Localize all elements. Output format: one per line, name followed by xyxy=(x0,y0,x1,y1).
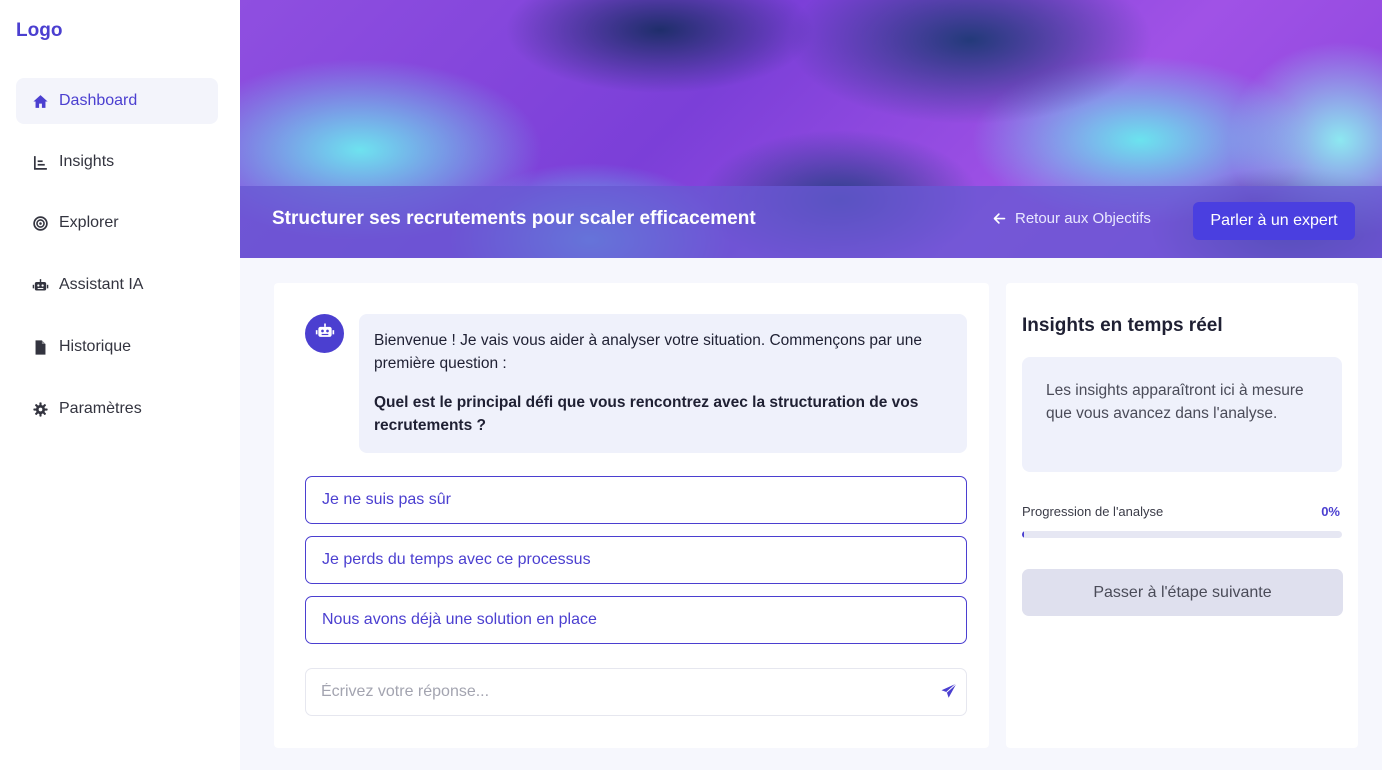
bot-message-text: Bienvenue ! Je vais vous aider à analyse… xyxy=(374,332,922,372)
answer-option[interactable]: Je ne suis pas sûr xyxy=(305,476,967,524)
sidebar-item-explorer[interactable]: Explorer xyxy=(16,200,218,246)
back-to-objectives-link[interactable]: Retour aux Objectifs xyxy=(992,210,1151,227)
sidebar-item-assistant-ia[interactable]: Assistant IA xyxy=(16,262,218,308)
insights-empty-state: Les insights apparaîtront ici à mesure q… xyxy=(1022,357,1342,472)
robot-icon xyxy=(315,321,335,346)
bot-message-bubble: Bienvenue ! Je vais vous aider à analyse… xyxy=(359,314,967,453)
sidebar-item-label: Paramètres xyxy=(59,400,142,417)
answer-input-box xyxy=(305,668,967,716)
sidebar-item-historique[interactable]: Historique xyxy=(16,324,218,370)
answer-input[interactable] xyxy=(306,670,906,714)
sidebar-item-label: Dashboard xyxy=(59,92,138,109)
chat-panel: Bienvenue ! Je vais vous aider à analyse… xyxy=(274,283,989,748)
robot-icon xyxy=(31,276,49,294)
gear-icon xyxy=(31,400,49,418)
talk-to-expert-button[interactable]: Parler à un expert xyxy=(1193,202,1355,240)
send-button[interactable] xyxy=(938,682,960,704)
sidebar-item-label: Insights xyxy=(59,153,115,170)
hero-title-bar: Structurer ses recrutements pour scaler … xyxy=(240,186,1382,258)
page-title: Structurer ses recrutements pour scaler … xyxy=(272,208,756,229)
insights-title: Insights en temps réel xyxy=(1022,315,1223,336)
progress-bar-fill xyxy=(1022,531,1024,538)
arrow-left-icon xyxy=(992,211,1007,226)
sidebar-item-dashboard[interactable]: Dashboard xyxy=(16,78,218,124)
bot-avatar xyxy=(305,314,344,353)
sidebar: Logo Dashboard Insights Explorer Assista… xyxy=(0,0,240,770)
sidebar-item-insights[interactable]: Insights xyxy=(16,139,218,185)
progress-bar xyxy=(1022,531,1342,538)
logo[interactable]: Logo xyxy=(16,20,62,42)
sidebar-item-label: Explorer xyxy=(59,214,119,231)
answer-option[interactable]: Nous avons déjà une solution en place xyxy=(305,596,967,644)
hero-banner: Structurer ses recrutements pour scaler … xyxy=(240,0,1382,258)
send-icon xyxy=(940,682,958,705)
answer-option[interactable]: Je perds du temps avec ce processus xyxy=(305,536,967,584)
file-icon xyxy=(31,338,49,356)
sidebar-item-parametres[interactable]: Paramètres xyxy=(16,386,218,432)
target-icon xyxy=(31,214,49,232)
sidebar-item-label: Historique xyxy=(59,338,132,355)
next-step-button[interactable]: Passer à l'étape suivante xyxy=(1022,569,1343,616)
back-link-label: Retour aux Objectifs xyxy=(1015,210,1151,227)
chart-icon xyxy=(31,153,49,171)
progress-label: Progression de l'analyse xyxy=(1022,504,1164,519)
progress-value: 0% xyxy=(1321,504,1340,519)
insights-panel: Insights en temps réel Les insights appa… xyxy=(1006,283,1358,748)
bot-question-text: Quel est le principal défi que vous renc… xyxy=(374,394,919,434)
sidebar-item-label: Assistant IA xyxy=(59,276,144,293)
home-icon xyxy=(31,92,49,110)
